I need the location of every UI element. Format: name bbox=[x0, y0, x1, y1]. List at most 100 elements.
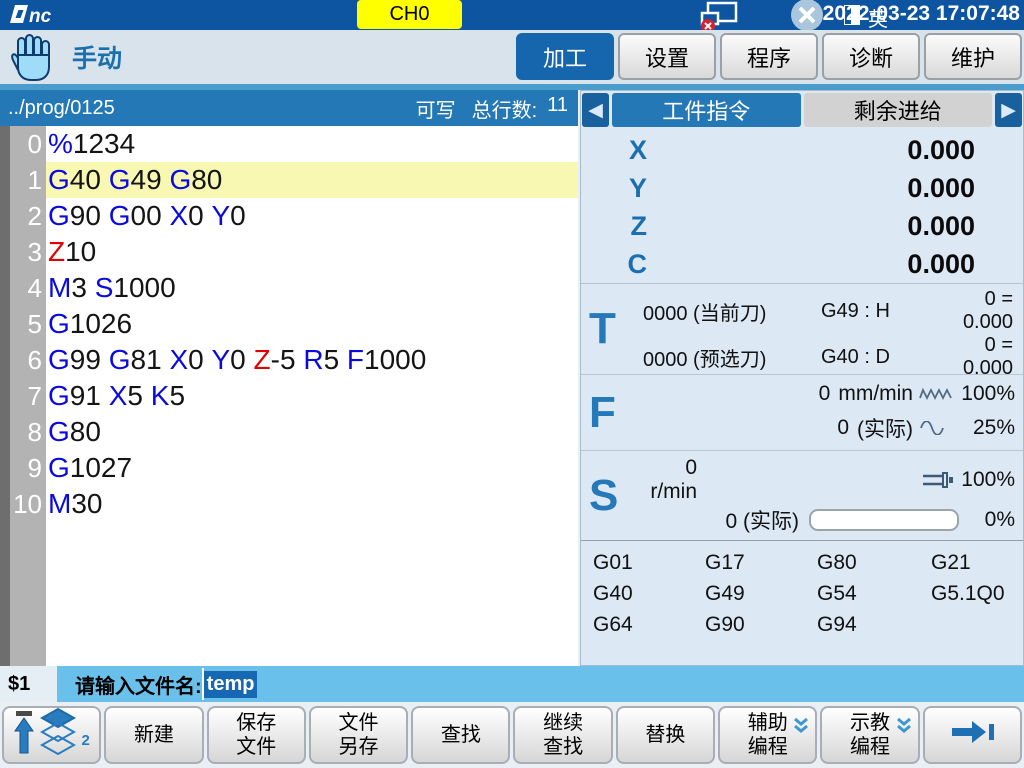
filename-value: temp bbox=[204, 671, 258, 698]
axis-name: X bbox=[581, 135, 647, 166]
code-lines: 0%12341G40 G49 G802G90 G00 X0 Y03Z104M3 … bbox=[10, 126, 578, 522]
code-line[interactable]: 8G80 bbox=[10, 414, 578, 450]
line-code: G99 G81 X0 Y0 Z-5 R5 F1000 bbox=[46, 342, 578, 378]
axis-row-z: Z0.000 bbox=[581, 207, 1023, 245]
axis-position-list: X0.000Y0.000Z0.000C0.000 bbox=[581, 129, 1023, 283]
modal-gcode: G5.1Q0 bbox=[931, 582, 1024, 613]
softkey-label: 另存 bbox=[339, 735, 379, 759]
nav-tab-2[interactable]: 程序 bbox=[720, 33, 818, 80]
feed-programmed-row: 0 mm/min 100% bbox=[643, 382, 1023, 406]
line-number: 9 bbox=[10, 453, 46, 484]
panel-next-button[interactable]: ▶ bbox=[995, 93, 1022, 127]
line-number: 4 bbox=[10, 273, 46, 304]
datetime-display: 2022-03-23 17:07:48 bbox=[823, 2, 1020, 26]
code-line[interactable]: 6G99 G81 X0 Y0 Z-5 R5 F1000 bbox=[10, 342, 578, 378]
feed-override-value: 100% bbox=[959, 382, 1015, 406]
spindle-unit: r/min bbox=[650, 480, 697, 503]
spindle-actual-value: 0 bbox=[725, 510, 737, 533]
position-tabs: ◀ 工件指令 剩余进给 ▶ bbox=[581, 91, 1023, 129]
save-as-button[interactable]: 文件另存 bbox=[309, 706, 408, 764]
softkey-label: 文件 bbox=[236, 735, 276, 759]
editor-scrollbar[interactable] bbox=[0, 126, 10, 666]
spindle-letter: S bbox=[581, 451, 643, 540]
spindle-programmed-row: 0 r/min 100% bbox=[643, 456, 1023, 504]
code-line[interactable]: 5G1026 bbox=[10, 306, 578, 342]
find-button[interactable]: 查找 bbox=[411, 706, 510, 764]
line-code: G90 G00 X0 Y0 bbox=[46, 198, 578, 234]
feed-override-icon bbox=[913, 387, 959, 401]
mode-label: 手动 bbox=[72, 30, 122, 84]
title-bar: nc CH0 英 2022-03-23 17:07:48 bbox=[0, 0, 1024, 30]
axis-name: Y bbox=[581, 173, 647, 204]
softkey-label: 辅助 bbox=[748, 711, 788, 735]
nav-tab-1[interactable]: 设置 bbox=[618, 33, 716, 80]
spindle-actual-row: 0 (实际) 0% bbox=[643, 505, 1023, 535]
feed-actual-value: 0 bbox=[837, 416, 849, 440]
softkey-label: 编程 bbox=[748, 735, 788, 759]
save-file-button[interactable]: 保存文件 bbox=[207, 706, 306, 764]
editor-header: ../prog/0125 可写 总行数: 11 bbox=[0, 90, 578, 126]
code-line[interactable]: 3Z10 bbox=[10, 234, 578, 270]
nav-tab-3[interactable]: 诊断 bbox=[822, 33, 920, 80]
length-offset: 0 = 0.000 bbox=[939, 288, 1023, 334]
manual-mode-hand-icon bbox=[10, 33, 56, 88]
panel-prev-button[interactable]: ◀ bbox=[582, 93, 609, 127]
line-number: 7 bbox=[10, 381, 46, 412]
code-line[interactable]: 4M3 S1000 bbox=[10, 270, 578, 306]
tool-section: T 0000 (当前刀) G49 : H 0 = 0.000 0000 (预选刀… bbox=[581, 283, 1023, 374]
spindle-override-icon bbox=[807, 470, 959, 490]
file-path: ../prog/0125 bbox=[8, 97, 416, 120]
nav-tabs: 加工设置程序诊断维护 bbox=[516, 33, 1022, 80]
modal-gcode: G64 bbox=[593, 613, 705, 644]
code-line[interactable]: 0%1234 bbox=[10, 126, 578, 162]
spindle-load-bar bbox=[809, 509, 959, 531]
line-code: G1027 bbox=[46, 450, 578, 486]
feed-section: F 0 mm/min 100% 0 (实际) 25% bbox=[581, 374, 1023, 450]
feed-actual-label: (实际) bbox=[857, 413, 913, 443]
code-line[interactable]: 10M30 bbox=[10, 486, 578, 522]
new-file-button[interactable]: 新建 bbox=[104, 706, 203, 764]
aux-programming-button[interactable]: 辅助编程 bbox=[718, 706, 817, 764]
status-panel: ◀ 工件指令 剩余进给 ▶ X0.000Y0.000Z0.000C0.000 T… bbox=[580, 90, 1024, 666]
scroll-layer-button[interactable]: 2 bbox=[2, 706, 101, 764]
code-line[interactable]: 1G40 G49 G80 bbox=[10, 162, 578, 198]
tool-letter: T bbox=[581, 284, 643, 374]
spindle-override-value: 100% bbox=[959, 468, 1015, 492]
filename-input[interactable]: temp bbox=[202, 668, 1022, 700]
feed-actual-row: 0 (实际) 25% bbox=[643, 413, 1023, 443]
line-number: 5 bbox=[10, 309, 46, 340]
editor-body[interactable]: 0%12341G40 G49 G802G90 G00 X0 Y03Z104M3 … bbox=[0, 126, 578, 666]
mode-bar: 手动 加工设置程序诊断维护 bbox=[0, 30, 1024, 84]
next-page-button[interactable] bbox=[923, 706, 1022, 764]
scroll-top-icon bbox=[13, 709, 35, 761]
layer-count-badge: 2 bbox=[81, 729, 89, 753]
channel-indicator: $1 bbox=[8, 666, 30, 702]
softkey-label: 查找 bbox=[543, 735, 583, 759]
replace-button[interactable]: 替换 bbox=[616, 706, 715, 764]
modal-gcode-section: G01G17G80G21G40G49G54G5.1Q0G64G90G94 bbox=[581, 540, 1023, 665]
code-line[interactable]: 9G1027 bbox=[10, 450, 578, 486]
nav-tab-4[interactable]: 维护 bbox=[924, 33, 1022, 80]
modal-gcode: G54 bbox=[817, 582, 931, 613]
modal-gcode: G40 bbox=[593, 582, 705, 613]
line-code: G80 bbox=[46, 414, 578, 450]
tab-workpiece-command[interactable]: 工件指令 bbox=[612, 93, 801, 127]
line-number: 2 bbox=[10, 201, 46, 232]
line-code: Z10 bbox=[46, 234, 578, 270]
prompt-label: 请输入文件名: bbox=[57, 670, 202, 699]
code-line[interactable]: 7G91 X5 K5 bbox=[10, 378, 578, 414]
nav-tab-0[interactable]: 加工 bbox=[516, 33, 614, 80]
find-next-button[interactable]: 继续查找 bbox=[513, 706, 612, 764]
tab-remaining-feed[interactable]: 剩余进给 bbox=[804, 93, 993, 127]
softkey-label: 查找 bbox=[441, 723, 481, 747]
softkey-label: 编程 bbox=[850, 735, 890, 759]
teach-programming-button[interactable]: 示教编程 bbox=[820, 706, 919, 764]
total-lines-label: 总行数: bbox=[472, 94, 538, 123]
softkey-toolbar: 2新建保存文件文件另存查找继续查找替换辅助编程示教编程 bbox=[0, 702, 1024, 768]
modal-gcode: G01 bbox=[593, 551, 705, 582]
code-line[interactable]: 2G90 G00 X0 Y0 bbox=[10, 198, 578, 234]
modal-gcode: G94 bbox=[817, 613, 931, 644]
softkey-label: 继续 bbox=[543, 711, 583, 735]
line-number: 8 bbox=[10, 417, 46, 448]
chevron-double-down-icon bbox=[895, 717, 913, 741]
